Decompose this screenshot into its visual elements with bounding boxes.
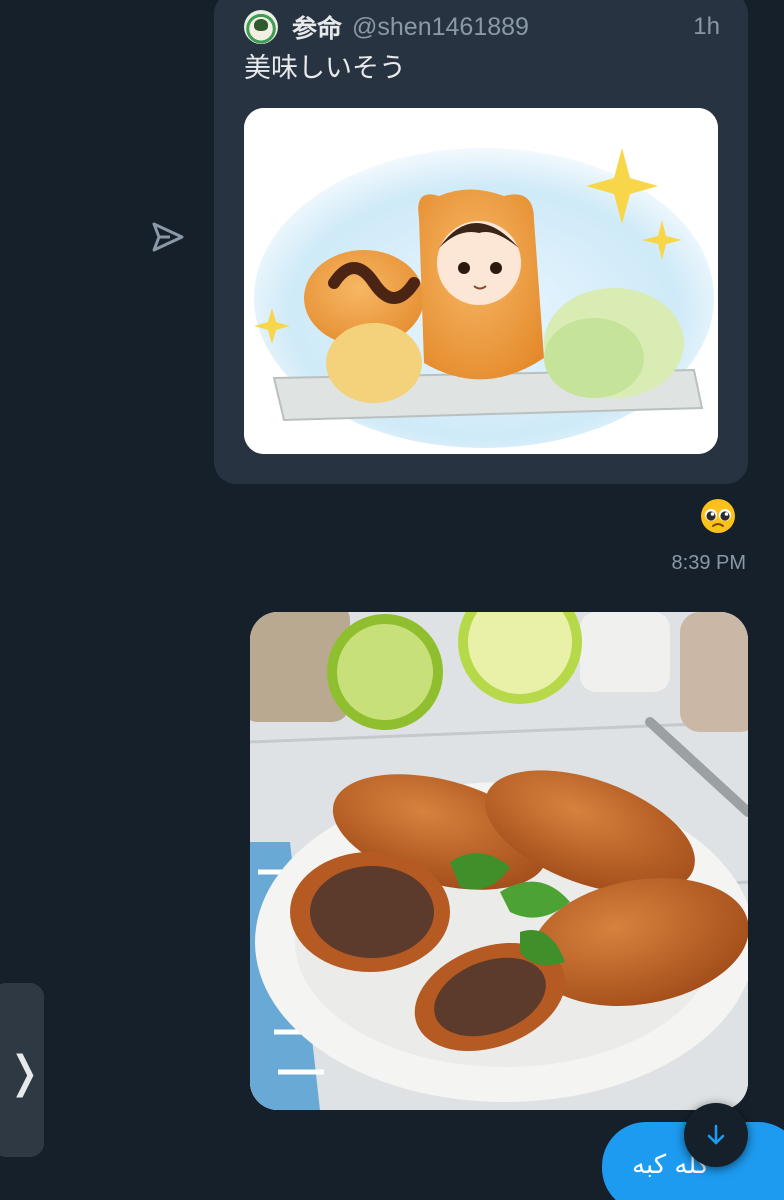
quoted-tweet-card[interactable]: 参命 @shen1461889 1h 美味しいそう (214, 0, 748, 484)
scroll-to-bottom-button[interactable] (684, 1103, 748, 1167)
quoted-tweet-image[interactable] (244, 108, 718, 454)
pleading-face-emoji[interactable] (700, 498, 736, 534)
chevron-right-icon: ❭ (6, 1047, 43, 1098)
send-icon[interactable] (150, 219, 186, 255)
tweet-time: 1h (693, 13, 720, 40)
avatar[interactable] (244, 10, 278, 44)
quoted-tweet-text: 美味しいそう (244, 53, 406, 83)
arrow-down-icon (707, 1124, 725, 1145)
side-panel-handle[interactable]: ❭ (0, 983, 44, 1157)
user-handle: @shen1461889 (352, 12, 529, 41)
sent-photo[interactable] (250, 612, 748, 1110)
dm-conversation: 参命 @shen1461889 1h 美味しいそう 8:39 PM ❭ كله … (0, 0, 784, 1200)
display-name[interactable]: 参命 (292, 9, 342, 45)
quoted-tweet-header: 参命 @shen1461889 1h (244, 10, 720, 44)
message-timestamp: 8:39 PM (671, 552, 746, 574)
